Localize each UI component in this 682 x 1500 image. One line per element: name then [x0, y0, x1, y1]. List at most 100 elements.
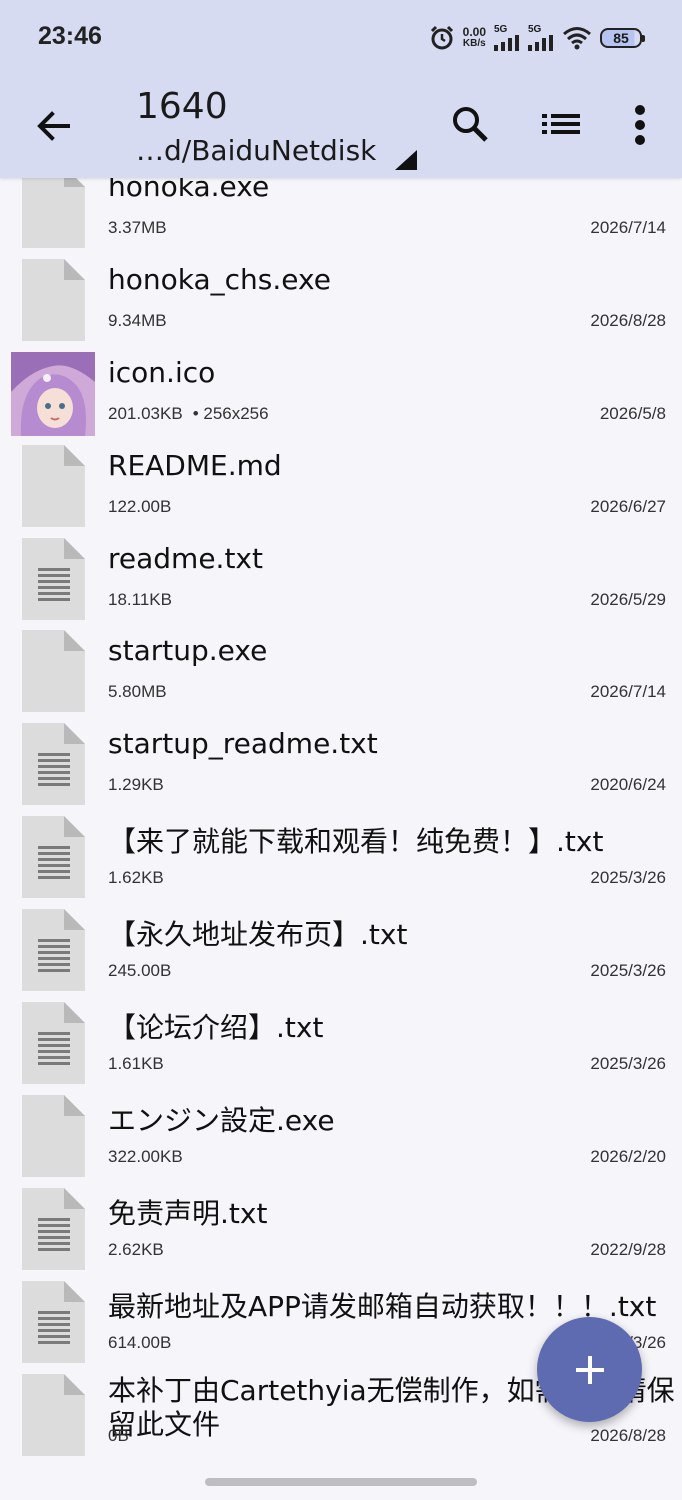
- status-icons: 0.00 KB/s 5G 5G 85: [429, 22, 645, 54]
- text-file-icon: [22, 1002, 85, 1085]
- list-view-icon[interactable]: [540, 104, 582, 144]
- file-size-info: 18.11KB: [108, 590, 172, 610]
- file-date: 2020/6/24: [590, 775, 666, 795]
- sim2-signal: 5G: [528, 25, 554, 51]
- file-size-info: 5.80MB: [108, 682, 167, 702]
- file-name: 【永久地址发布页】.txt: [108, 918, 408, 952]
- file-row[interactable]: icon.ico 201.03KB • 256x256 2026/5/8: [0, 342, 682, 436]
- file-name: 免责声明.txt: [108, 1196, 268, 1230]
- text-file-icon: [22, 1280, 85, 1363]
- text-file-icon: [22, 909, 85, 992]
- status-time: 23:46: [38, 22, 102, 50]
- file-date: 2026/8/28: [590, 310, 666, 330]
- text-file-icon: [22, 816, 85, 899]
- file-size: 245.00B: [108, 961, 172, 981]
- top-bar: 23:46 0.00 KB/s 5G 5G 85 1640 …d/BaiduNe…: [0, 0, 682, 178]
- image-dimensions: • 256x256: [192, 403, 269, 423]
- speed-unit: KB/s: [462, 38, 486, 49]
- status-bar: 23:46 0.00 KB/s 5G 5G 85: [0, 0, 682, 76]
- more-vert-icon[interactable]: [625, 102, 655, 148]
- folder-title: 1640: [136, 86, 228, 127]
- file-size: 1.29KB: [108, 775, 164, 795]
- file-icon: [22, 258, 85, 341]
- file-row[interactable]: README.md 122.00B 2026/6/27: [0, 435, 682, 528]
- file-size: 5.80MB: [108, 682, 167, 702]
- file-row[interactable]: エンジン設定.exe 322.00KB 2026/2/20: [0, 1085, 682, 1178]
- arrow-left-icon[interactable]: [34, 106, 74, 146]
- file-size-info: 1.62KB: [108, 868, 164, 888]
- app-bar: 1640 …d/BaiduNetdisk: [0, 76, 682, 178]
- sim1-label: 5G: [494, 24, 508, 35]
- file-name: エンジン設定.exe: [108, 1103, 335, 1137]
- file-name: readme.txt: [108, 541, 263, 575]
- file-size: 322.00KB: [108, 1146, 183, 1166]
- file-date: 2025/3/26: [590, 868, 666, 888]
- file-row[interactable]: 免责声明.txt 2.62KB 2022/9/28: [0, 1178, 682, 1271]
- file-name: README.md: [108, 448, 282, 482]
- file-date: 2022/9/28: [590, 1239, 666, 1259]
- text-file-icon: [22, 1187, 85, 1270]
- file-name: 【来了就能下载和观看！纯免费！】.txt: [108, 825, 604, 859]
- file-size-info: 614.00B: [108, 1333, 171, 1353]
- file-size: 1.61KB: [108, 1054, 164, 1074]
- text-file-icon: [22, 723, 85, 806]
- signal-icon: [494, 35, 519, 51]
- file-size-info: 9.34MB: [108, 311, 167, 331]
- file-size-info: 2.62KB: [108, 1240, 164, 1260]
- file-size-info: 1.61KB: [108, 1054, 164, 1074]
- file-date: 2026/5/29: [590, 589, 666, 609]
- file-row[interactable]: readme.txt 18.11KB 2026/5/29: [0, 528, 682, 621]
- file-size-info: 3.37MB: [108, 218, 167, 238]
- file-row[interactable]: 【永久地址发布页】.txt 245.00B 2025/3/26: [0, 899, 682, 992]
- file-size-info: 0B: [108, 1426, 129, 1446]
- file-size: 0B: [108, 1425, 129, 1445]
- file-row[interactable]: honoka_chs.exe 9.34MB 2026/8/28: [0, 249, 682, 342]
- file-name: icon.ico: [108, 355, 216, 389]
- file-icon: [22, 1094, 85, 1177]
- file-size-info: 201.03KB • 256x256: [108, 404, 269, 424]
- search-icon[interactable]: [450, 104, 490, 144]
- file-size: 201.03KB: [108, 403, 183, 423]
- path-dropdown-icon[interactable]: [395, 150, 417, 170]
- speed-value: 0.00: [462, 25, 486, 39]
- file-date: 2026/7/14: [590, 682, 666, 702]
- file-size: 9.34MB: [108, 310, 167, 330]
- add-fab-button[interactable]: [537, 1317, 642, 1422]
- file-date: 2025/3/26: [590, 961, 666, 981]
- network-speed: 0.00 KB/s: [463, 26, 486, 50]
- gesture-home-bar[interactable]: [205, 1478, 477, 1486]
- file-icon: [22, 444, 85, 527]
- wifi-icon: [563, 27, 591, 50]
- sim1-signal: 5G: [494, 25, 520, 51]
- file-list: honoka.exe 3.37MB 2026/7/14 honoka_chs.exe…: [0, 156, 682, 1456]
- file-date: 2026/6/27: [590, 496, 666, 516]
- sim2-label: 5G: [528, 24, 542, 35]
- file-size-info: 1.29KB: [108, 775, 164, 795]
- text-file-icon: [22, 537, 85, 620]
- file-name: startup_readme.txt: [108, 727, 378, 761]
- file-size-info: 322.00KB: [108, 1147, 183, 1167]
- file-size: 1.62KB: [108, 868, 164, 888]
- file-row[interactable]: 【来了就能下载和观看！纯免费！】.txt 1.62KB 2025/3/26: [0, 806, 682, 899]
- file-date: 2026/8/28: [590, 1425, 666, 1445]
- file-size-info: 245.00B: [108, 961, 171, 981]
- file-size-info: 122.00B: [108, 497, 171, 517]
- file-name: 【论坛介绍】.txt: [108, 1011, 324, 1045]
- alarm-icon: [430, 25, 453, 50]
- file-row[interactable]: startup.exe 5.80MB 2026/7/14: [0, 620, 682, 713]
- file-date: 2025/3/26: [590, 1054, 666, 1074]
- file-row[interactable]: startup_readme.txt 1.29KB 2020/6/24: [0, 713, 682, 806]
- file-row[interactable]: 【论坛介绍】.txt 1.61KB 2025/3/26: [0, 992, 682, 1085]
- file-icon: [22, 166, 85, 248]
- file-date: 2026/2/20: [590, 1146, 666, 1166]
- folder-path[interactable]: …d/BaiduNetdisk: [136, 134, 376, 167]
- file-icon: [22, 1373, 85, 1456]
- signal-icon: [528, 35, 553, 51]
- file-size: 2.62KB: [108, 1239, 164, 1259]
- plus-icon: [575, 1355, 604, 1384]
- file-size: 122.00B: [108, 496, 172, 516]
- file-size: 18.11KB: [108, 589, 172, 609]
- file-size: 3.37MB: [108, 218, 167, 237]
- image-thumbnail: [11, 351, 95, 436]
- file-date: 2026/5/8: [599, 403, 666, 423]
